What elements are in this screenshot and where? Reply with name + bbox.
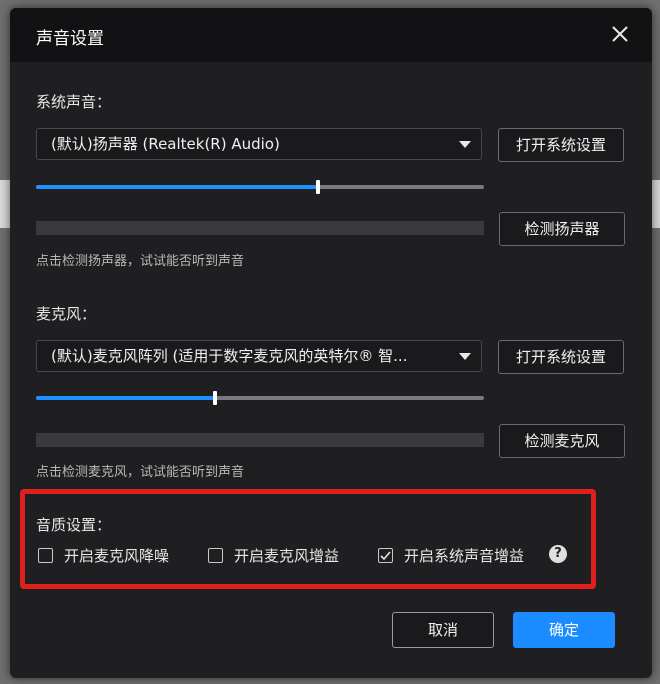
sound-settings-dialog: 声音设置 系统声音： (默认)扬声器 (Realtek(R) Audio) 打开… <box>10 8 652 678</box>
dialog-title: 声音设置 <box>36 29 104 49</box>
slider-thumb[interactable] <box>316 180 321 194</box>
highlight-annotation-box <box>20 489 596 589</box>
speaker-volume-slider[interactable] <box>36 180 484 194</box>
slider-fill <box>36 185 319 189</box>
speaker-device-select[interactable]: (默认)扬声器 (Realtek(R) Audio) <box>36 128 482 160</box>
chevron-down-icon <box>459 353 471 360</box>
cancel-button[interactable]: 取消 <box>392 612 494 648</box>
test-speaker-button[interactable]: 检测扬声器 <box>499 212 625 246</box>
slider-fill <box>36 396 216 400</box>
microphone-device-value: (默认)麦克风阵列 (适用于数字麦克风的英特尔® 智... <box>51 347 408 365</box>
microphone-hint: 点击检测麦克风，试试能否听到声音 <box>36 465 245 480</box>
test-microphone-button[interactable]: 检测麦克风 <box>499 424 625 458</box>
speaker-level-meter <box>36 221 484 235</box>
close-icon[interactable] <box>608 22 632 46</box>
speaker-device-value: (默认)扬声器 (Realtek(R) Audio) <box>51 135 280 153</box>
chevron-down-icon <box>459 141 471 148</box>
speaker-section-label: 系统声音： <box>36 93 112 111</box>
microphone-device-select[interactable]: (默认)麦克风阵列 (适用于数字麦克风的英特尔® 智... <box>36 340 482 372</box>
speaker-hint: 点击检测扬声器，试试能否听到声音 <box>36 254 245 269</box>
microphone-volume-slider[interactable] <box>36 391 484 405</box>
ok-button[interactable]: 确定 <box>513 612 615 648</box>
speaker-open-settings-button[interactable]: 打开系统设置 <box>498 128 624 162</box>
microphone-level-meter <box>36 433 484 447</box>
microphone-open-settings-button[interactable]: 打开系统设置 <box>498 340 624 374</box>
microphone-section-label: 麦克风： <box>36 305 97 323</box>
slider-thumb[interactable] <box>213 391 218 405</box>
dialog-titlebar: 声音设置 <box>10 8 652 62</box>
